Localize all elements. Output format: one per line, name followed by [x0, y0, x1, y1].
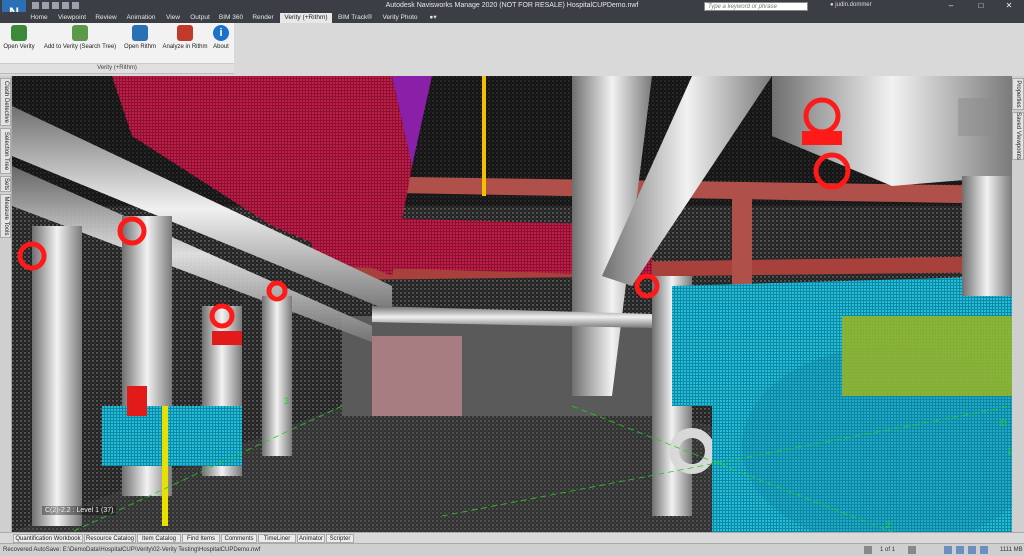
close-button[interactable]: ✕	[994, 0, 1024, 12]
ribbon-options-icon[interactable]: ●▾	[426, 13, 440, 23]
tab-timeliner[interactable]: TimeLiner	[258, 534, 296, 543]
grid-marker-d: D	[1000, 418, 1007, 428]
tab-verity-photo[interactable]: Verity Photo	[378, 13, 422, 23]
about-label: About	[213, 44, 229, 50]
tab-find-items[interactable]: Find Items	[182, 534, 220, 543]
viewcube-icon[interactable]	[958, 98, 996, 136]
tab-output[interactable]: Output	[186, 13, 214, 23]
tab-item-catalog[interactable]: Item Catalog	[137, 534, 181, 543]
tab-home[interactable]: Home	[26, 13, 52, 23]
measure-tools-label: Measure Tools	[2, 196, 9, 236]
tab-verity-rithm[interactable]: Verity (+Rithm)	[280, 13, 332, 23]
3d-viewport[interactable]: D 1 2 3 C(2)-2.2 : Level 1 (37)	[12, 76, 1012, 532]
open-verity-button[interactable]: Open Verity	[2, 25, 36, 50]
tab-comments[interactable]: Comments	[221, 534, 257, 543]
ribbon-panel-label: Verity (+Rithm)	[0, 63, 234, 73]
verity-icon	[11, 25, 27, 41]
first-page-icon[interactable]	[864, 546, 872, 554]
tab-review[interactable]: Review	[92, 13, 120, 23]
memory-usage: 1111 MB	[1000, 547, 1023, 553]
saved-viewpoints-label: Saved Viewpoints	[1015, 112, 1021, 160]
status-bar: Recovered AutoSave: E:\DemoData\Hospital…	[0, 543, 1024, 556]
title-bar: N Autodesk Navisworks Manage 2020 (NOT F…	[0, 0, 1024, 26]
open-rithm-button[interactable]: Open Rithm	[122, 25, 158, 50]
rithm-icon	[132, 25, 148, 41]
selection-tree-label: Selection Tree	[2, 131, 9, 171]
tab-saved-viewpoints[interactable]: Saved Viewpoints	[1012, 112, 1024, 160]
minimize-button[interactable]: –	[936, 0, 966, 12]
sets-label: Sets	[2, 177, 9, 191]
tab-clash-detective[interactable]: Clash Detective	[0, 78, 11, 126]
left-dock: Clash Detective Selection Tree Sets Meas…	[0, 76, 12, 542]
point-cloud-scene: D 1 2 3	[12, 76, 1012, 532]
tab-animator[interactable]: Animator	[297, 534, 325, 543]
right-dock: Properties Saved Viewpoints	[1011, 76, 1024, 542]
analyze-in-rithm-label: Analyze in Rithm	[162, 44, 208, 50]
tab-quantification-workbook[interactable]: Quantification Workbook	[13, 534, 83, 543]
tab-properties[interactable]: Properties	[1012, 78, 1024, 110]
search-input[interactable]: Type a keyword or phrase	[704, 2, 808, 11]
properties-label: Properties	[1015, 80, 1021, 108]
tab-render[interactable]: Render	[248, 13, 278, 23]
clash-detective-label: Clash Detective	[2, 80, 9, 124]
tab-selection-tree[interactable]: Selection Tree	[0, 128, 11, 174]
grid-marker-3: 3	[284, 396, 289, 406]
ribbon-tabs: Home Viewpoint Review Animation View Out…	[0, 12, 1024, 23]
add-to-verity-label: Add to Verity (Search Tree)	[43, 44, 117, 50]
tab-scripter[interactable]: Scripter	[326, 534, 354, 543]
user-account[interactable]: ● judin.dommer	[830, 2, 872, 8]
ribbon-panel: Open Verity Add to Verity (Search Tree) …	[0, 23, 234, 74]
tab-resource-catalog[interactable]: Resource Catalog	[84, 534, 136, 543]
add-icon	[72, 25, 88, 41]
tab-viewpoint[interactable]: Viewpoint	[54, 13, 90, 23]
network-icon	[980, 546, 988, 554]
analyze-in-rithm-button[interactable]: Analyze in Rithm	[160, 25, 210, 50]
analyze-icon	[177, 25, 193, 41]
page-indicator: 1 of 1	[880, 547, 896, 553]
about-button[interactable]: i About	[210, 25, 232, 50]
status-message: Recovered AutoSave: E:\DemoData\Hospital…	[3, 547, 261, 553]
disk-icon	[956, 546, 964, 554]
open-verity-label: Open Verity	[3, 44, 35, 50]
info-icon: i	[213, 25, 229, 41]
performance-icon	[944, 546, 952, 554]
ribbon-empty-area	[234, 23, 1024, 73]
tab-measure-tools[interactable]: Measure Tools	[0, 194, 11, 238]
open-rithm-label: Open Rithm	[123, 44, 156, 50]
tab-view[interactable]: View	[162, 13, 184, 23]
maximize-button[interactable]: □	[966, 0, 996, 12]
grid-marker-2: 2	[886, 520, 891, 530]
grid-location-label: C(2)-2.2 : Level 1 (37)	[42, 506, 117, 515]
next-page-icon[interactable]	[908, 546, 916, 554]
tab-animation[interactable]: Animation	[122, 13, 160, 23]
tab-sets[interactable]: Sets	[0, 176, 11, 192]
tab-bim360[interactable]: BIM 360	[216, 13, 246, 23]
add-to-verity-button[interactable]: Add to Verity (Search Tree)	[42, 25, 118, 50]
grid-marker-1: 1	[1007, 446, 1012, 456]
tab-bim-track[interactable]: BIM Track®	[334, 13, 376, 23]
user-name: judin.dommer	[835, 2, 872, 8]
cpu-icon	[968, 546, 976, 554]
